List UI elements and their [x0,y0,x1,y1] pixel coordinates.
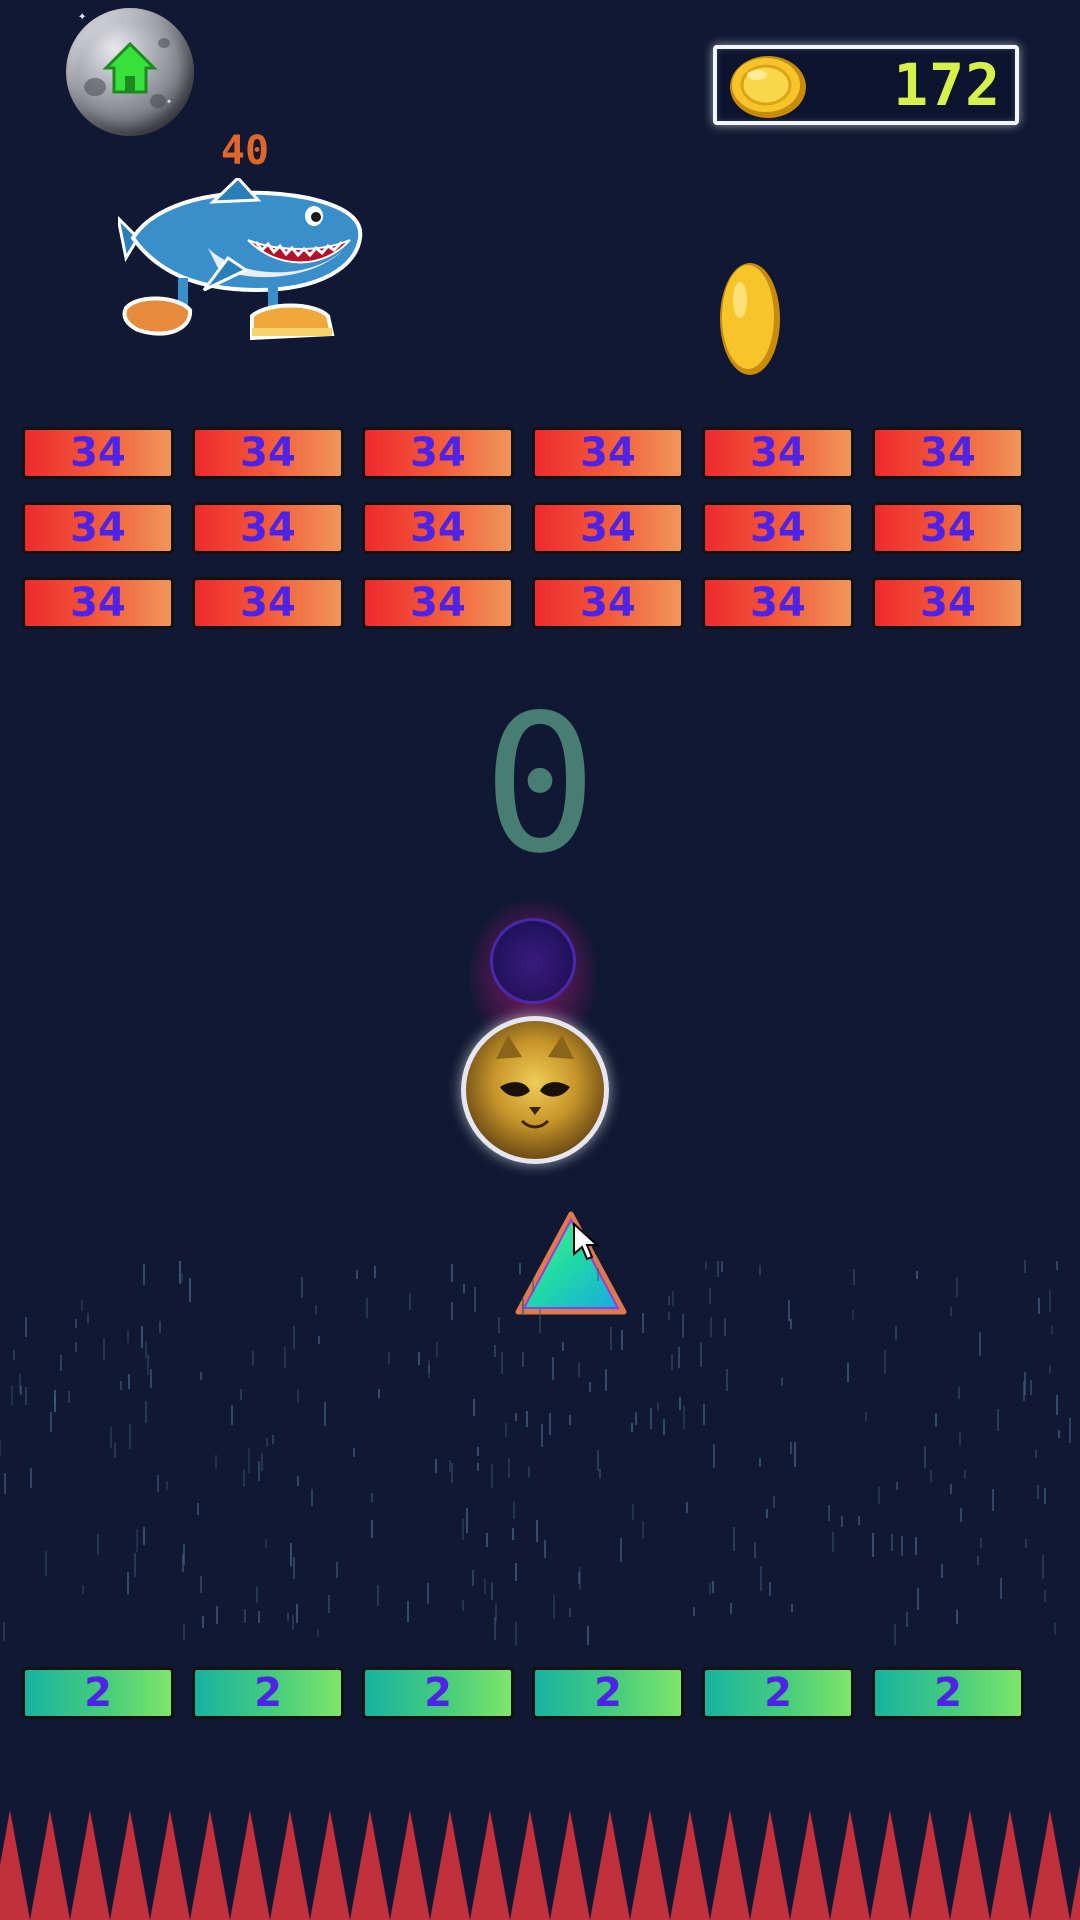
brick: 34 [362,502,514,554]
spike [790,1810,830,1920]
sparkle-icon: ✦ [166,96,173,107]
brick: 34 [192,577,344,629]
brick: 34 [22,427,174,479]
spike [350,1810,390,1920]
spike [1070,1865,1080,1920]
brick: 34 [872,577,1024,629]
spike [310,1810,350,1920]
spike [390,1810,430,1920]
spike [910,1810,950,1920]
brick: 2 [702,1667,854,1719]
spike [150,1810,190,1920]
spike [830,1810,870,1920]
brick: 34 [872,427,1024,479]
spikes [0,1810,1080,1920]
combo-counter: 0 [482,674,598,895]
spike [230,1810,270,1920]
brick: 2 [532,1667,684,1719]
moon-crater [150,94,166,108]
spike [0,1810,30,1920]
shark-character [118,178,363,341]
enemy-hp-label: 40 [220,128,270,174]
spike [870,1810,910,1920]
spike [590,1810,630,1920]
brick: 34 [532,427,684,479]
gold-coin [720,263,780,375]
ball [461,1016,609,1164]
coin-icon [730,56,806,118]
brick: 34 [702,577,854,629]
spike [430,1810,470,1920]
spike [270,1810,310,1920]
spike [990,1810,1030,1920]
spike [510,1810,550,1920]
brick: 34 [532,577,684,629]
spike [950,1810,990,1920]
brick: 34 [532,502,684,554]
brick: 34 [192,502,344,554]
brick: 34 [22,502,174,554]
moon-crater [158,38,170,48]
spike [1030,1810,1070,1920]
brick: 2 [192,1667,344,1719]
brick: 34 [192,427,344,479]
ghost-ball [490,918,576,1004]
spike [710,1810,750,1920]
brick: 34 [362,427,514,479]
home-button[interactable] [66,8,194,136]
mouse-cursor-icon [573,1222,600,1261]
home-icon [102,41,158,94]
brick: 34 [362,577,514,629]
game-stage[interactable]: ✦ ✦ 172 40 34 34 34 34 34 34 34 34 34 34… [0,0,1080,1920]
brick: 34 [702,502,854,554]
spike [70,1810,110,1920]
brick: 2 [22,1667,174,1719]
spike [190,1810,230,1920]
spike [670,1810,710,1920]
coin-count: 172 [893,51,1001,119]
brick: 34 [872,502,1024,554]
sparkle-icon: ✦ [78,8,87,24]
spike [630,1810,670,1920]
spike [750,1810,790,1920]
rain-effect [0,1260,1071,1646]
brick: 2 [872,1667,1024,1719]
coin-counter: 172 [713,45,1019,125]
brick: 34 [22,577,174,629]
spike [110,1810,150,1920]
brick: 2 [362,1667,514,1719]
brick: 34 [702,427,854,479]
spike [550,1810,590,1920]
spike [30,1810,70,1920]
spike [470,1810,510,1920]
cat-face-icon [496,1035,574,1129]
